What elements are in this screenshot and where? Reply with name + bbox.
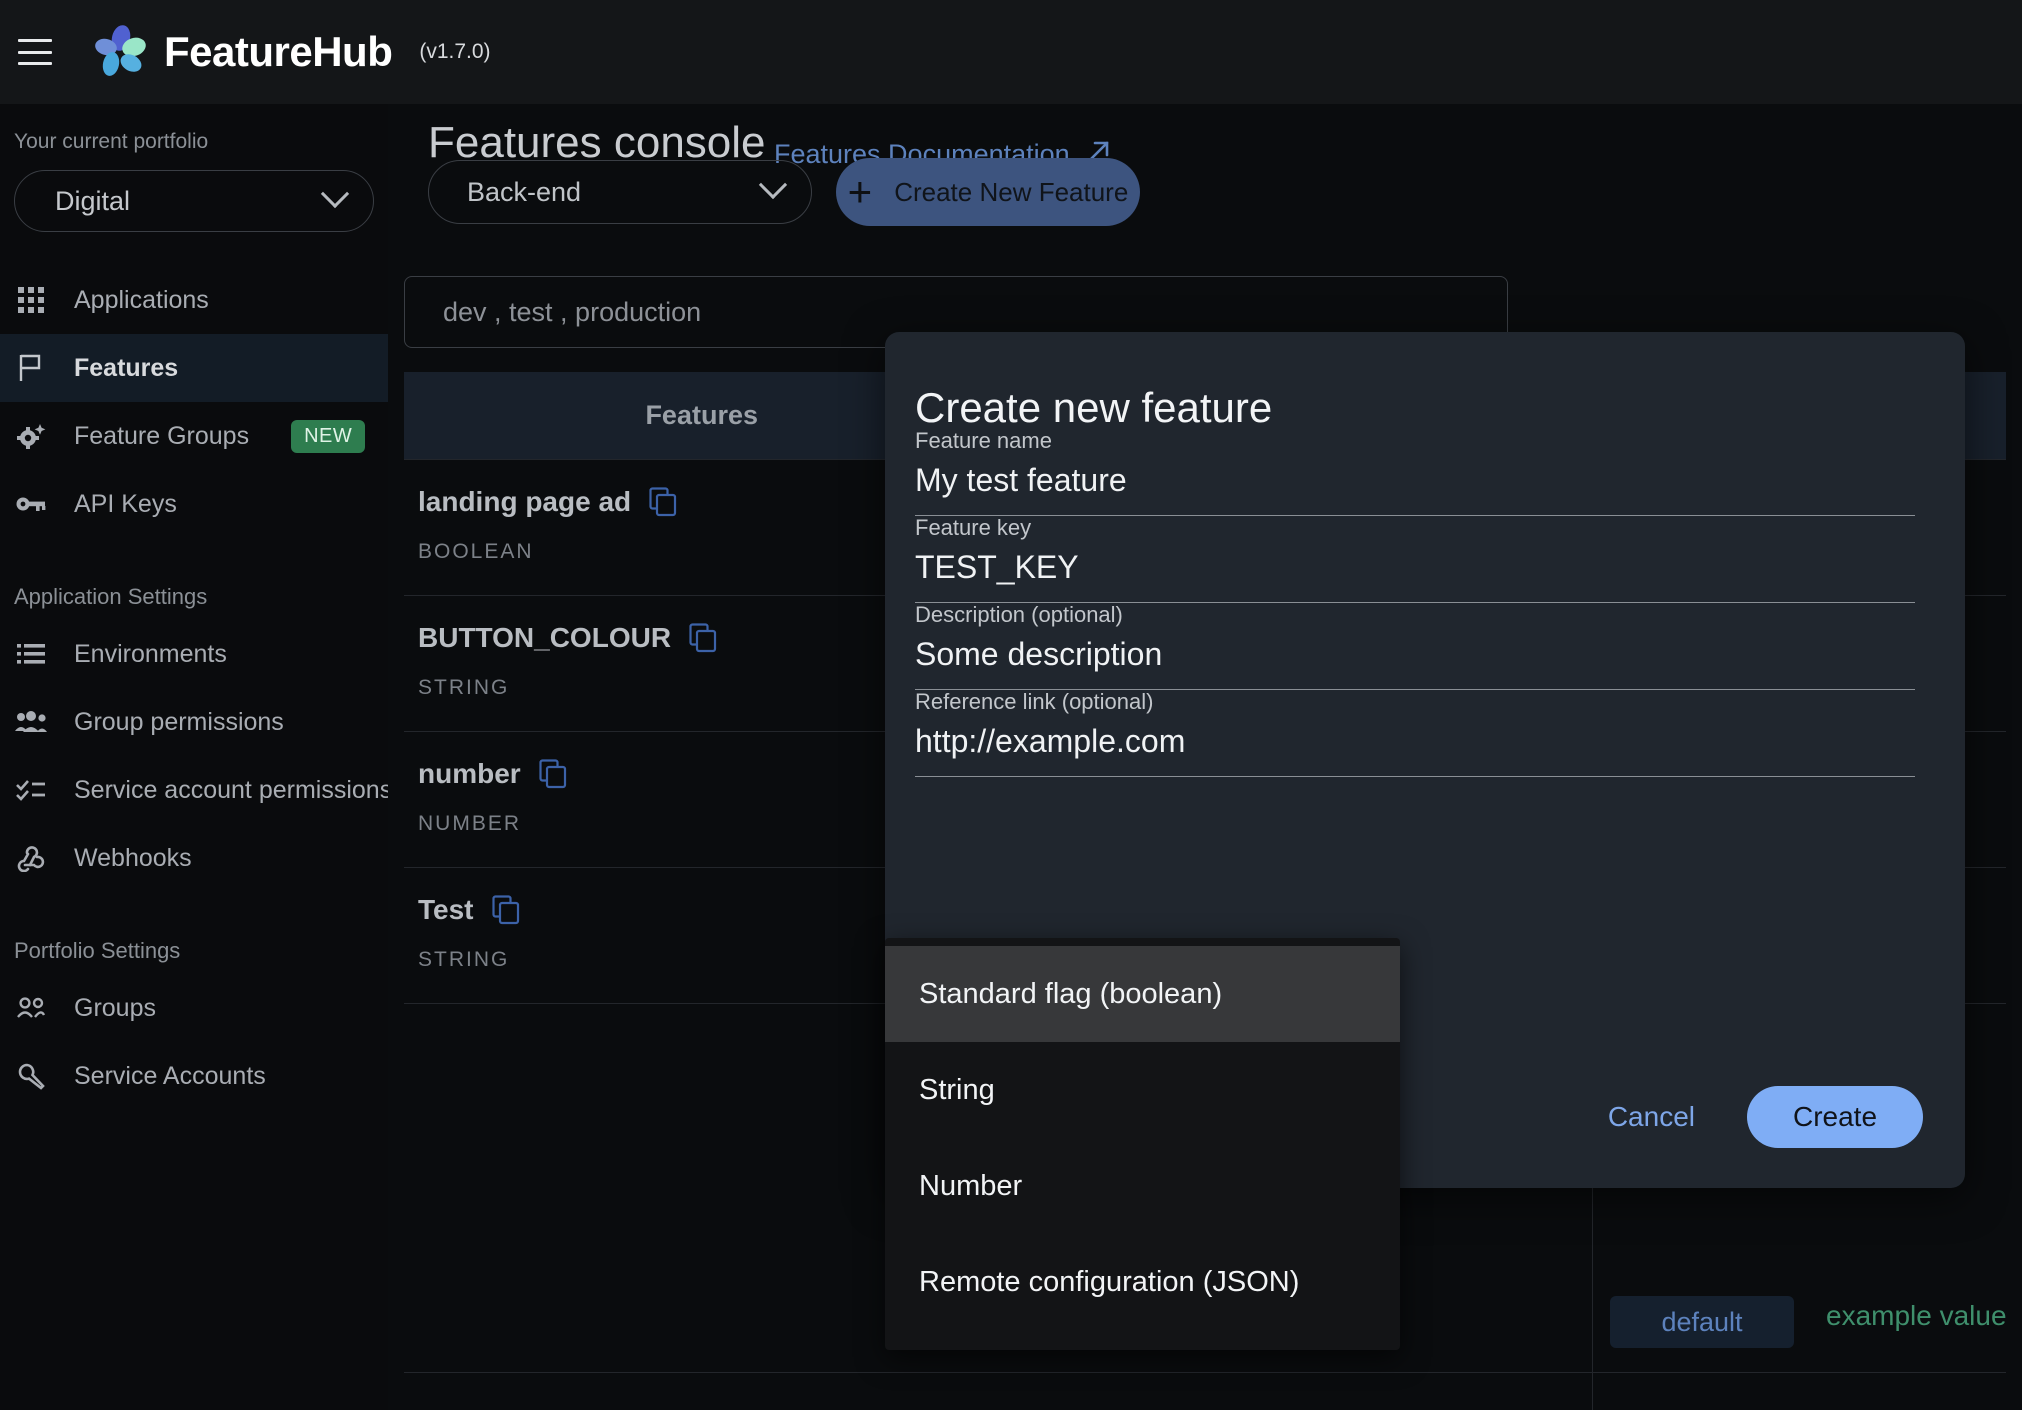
webhook-icon — [14, 841, 48, 875]
column-header-features: Features — [645, 400, 758, 430]
hamburger-icon[interactable] — [18, 39, 52, 65]
field-label: Reference link (optional) — [915, 689, 1154, 714]
feature-name: Test — [418, 894, 474, 925]
top-bar: FeatureHub (v1.7.0) — [0, 0, 2022, 104]
copy-icon[interactable] — [491, 895, 520, 925]
feature-name-cell: Test STRING — [418, 868, 784, 1003]
brand-name: FeatureHub — [164, 28, 393, 75]
sidebar-item-label: Environments — [74, 639, 227, 668]
key-icon — [14, 487, 48, 521]
menu-item-remote-configuration[interactable]: Remote configuration (JSON) — [885, 1234, 1400, 1330]
feature-name-field[interactable]: Feature name My test feature — [915, 428, 1915, 516]
create-button-label: Create New Feature — [894, 176, 1129, 207]
description-field[interactable]: Description (optional) Some description — [915, 602, 1915, 690]
field-label: Feature name — [915, 428, 1052, 453]
sidebar-item-label: Applications — [74, 285, 209, 314]
search-placeholder: dev , test , production — [443, 296, 702, 327]
featurehub-flower-logo — [92, 25, 146, 79]
field-value: My test feature — [915, 462, 1127, 498]
gear-sparkle-icon — [14, 419, 48, 453]
menu-item-standard-flag[interactable]: Standard flag (boolean) — [885, 946, 1400, 1042]
portfolio-select[interactable]: Digital — [14, 170, 374, 232]
sidebar-section-portfolio-settings: Portfolio Settings — [14, 938, 181, 963]
sidebar-item-groups[interactable]: Groups — [0, 974, 388, 1042]
sidebar-item-label: Features — [74, 353, 179, 382]
chevron-down-icon — [320, 179, 350, 209]
chevron-down-icon — [758, 170, 788, 200]
sidebar-section-application-settings: Application Settings — [14, 584, 208, 609]
menu-item-string[interactable]: String — [885, 1042, 1400, 1138]
feature-type: STRING — [418, 676, 510, 699]
sidebar-item-label: Groups — [74, 993, 156, 1022]
sidebar-item-features[interactable]: Features — [0, 334, 388, 402]
sidebar-item-label: Group permissions — [74, 707, 284, 736]
sidebar-item-label: Service account permissions — [74, 775, 393, 804]
app-root: FeatureHub (v1.7.0) Your current portfol… — [0, 0, 2022, 1410]
environment-select[interactable]: Back-end — [428, 160, 812, 224]
list-icon — [14, 637, 48, 671]
app-version: (v1.7.0) — [419, 40, 491, 63]
copy-icon[interactable] — [649, 487, 677, 517]
default-chip-label: default — [1661, 1306, 1743, 1337]
field-value: Some description — [915, 636, 1163, 672]
sidebar-nav: Applications Features Feature Groups NEW… — [0, 266, 392, 1110]
feature-name: number — [418, 758, 521, 789]
create-new-feature-button[interactable]: + Create New Feature — [836, 158, 1140, 226]
field-value: http://example.com — [915, 723, 1186, 759]
feature-name-cell: BUTTON_COLOUR STRING — [418, 596, 784, 731]
sidebar-item-label: Service Accounts — [74, 1061, 266, 1090]
feature-type-dropdown-menu: Standard flag (boolean) String Number Re… — [885, 938, 1400, 1350]
field-label: Description (optional) — [915, 602, 1123, 627]
sidebar-item-service-accounts[interactable]: Service Accounts — [0, 1042, 388, 1110]
environment-value: Back-end — [467, 176, 582, 207]
flag-icon — [14, 351, 48, 385]
copy-icon[interactable] — [689, 623, 717, 653]
field-value: TEST_KEY — [915, 549, 1079, 585]
sidebar-item-group-permissions[interactable]: Group permissions — [0, 688, 388, 756]
checklist-icon — [14, 773, 48, 807]
table-row-divider — [404, 1372, 2006, 1373]
group-icon — [14, 991, 48, 1025]
sidebar-item-applications[interactable]: Applications — [0, 266, 388, 334]
feature-type: STRING — [418, 948, 510, 971]
portfolio-value: Digital — [55, 185, 131, 216]
dialog-title: Create new feature — [915, 384, 1273, 431]
sidebar-item-webhooks[interactable]: Webhooks — [0, 824, 388, 892]
wrench-icon — [14, 1059, 48, 1093]
sidebar-item-service-account-permissions[interactable]: Service account permissions — [0, 756, 392, 824]
sidebar-item-label: Feature Groups — [74, 421, 250, 450]
feature-key-field[interactable]: Feature key TEST_KEY — [915, 515, 1915, 603]
sidebar: Your current portfolio Digital Applicati… — [0, 104, 392, 1410]
feature-type: NUMBER — [418, 812, 522, 835]
dialog-actions: Cancel Create — [1608, 1086, 1923, 1148]
sidebar-item-feature-groups[interactable]: Feature Groups NEW — [0, 402, 388, 470]
feature-name: BUTTON_COLOUR — [418, 622, 672, 653]
menu-item-number[interactable]: Number — [885, 1138, 1400, 1234]
sidebar-item-environments[interactable]: Environments — [0, 620, 388, 688]
sidebar-item-label: Webhooks — [74, 843, 192, 872]
feature-type: BOOLEAN — [418, 540, 534, 563]
create-button-label: Create — [1792, 1101, 1878, 1132]
copy-icon[interactable] — [539, 759, 567, 789]
sidebar-item-api-keys[interactable]: API Keys — [0, 470, 388, 538]
status-badge: NEW — [291, 419, 366, 453]
plus-icon: + — [847, 168, 873, 215]
default-value-chip[interactable]: default — [1610, 1296, 1794, 1348]
create-button[interactable]: Create — [1747, 1086, 1923, 1148]
feature-value-text: example value — [1826, 1300, 2007, 1331]
portfolio-label: Your current portfolio — [14, 130, 209, 153]
people-icon — [14, 705, 48, 739]
feature-name: landing page ad — [418, 486, 632, 517]
apps-grid-icon — [14, 283, 48, 317]
feature-name-cell: landing page ad BOOLEAN — [418, 460, 784, 595]
brand: FeatureHub (v1.7.0) — [92, 25, 491, 79]
field-underline — [915, 776, 1915, 777]
field-label: Feature key — [915, 515, 1032, 540]
cancel-button[interactable]: Cancel — [1608, 1101, 1695, 1133]
reference-link-field[interactable]: Reference link (optional) http://example… — [915, 689, 1915, 777]
feature-name-cell: number NUMBER — [418, 732, 784, 867]
sidebar-item-label: API Keys — [74, 489, 177, 518]
